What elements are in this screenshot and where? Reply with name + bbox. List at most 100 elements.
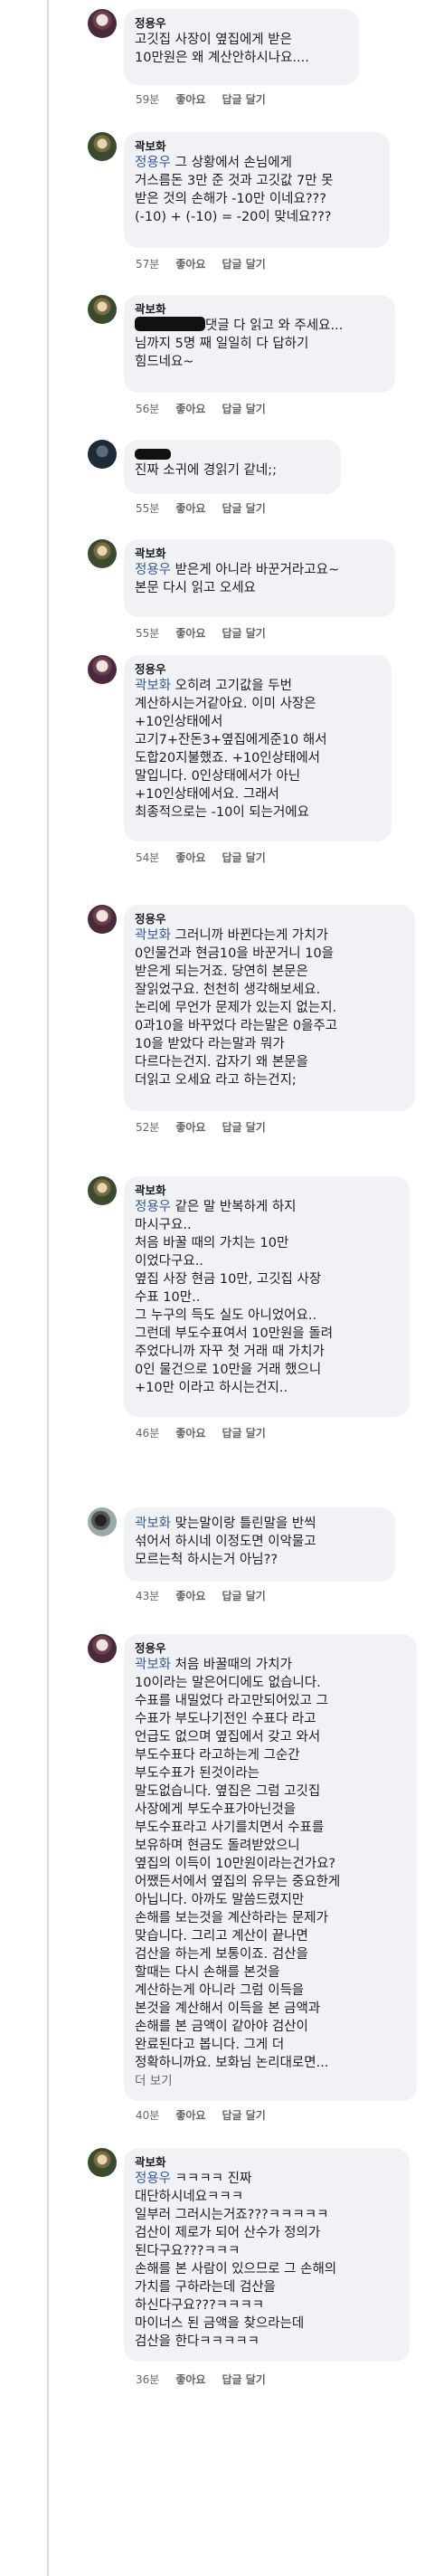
comment-bubble: 정용우 고깃집 사장이 옆집에게 받은 10만원은 왜 계산안하시나요.... — [124, 9, 359, 85]
comment-line: 사장에게 부도수표가아닌것을 — [135, 1802, 297, 1817]
comment-line: 거스름돈 3만 준 것과 고깃값 7만 못 — [135, 174, 334, 188]
avatar[interactable] — [88, 1507, 117, 1536]
comment-line: 10이라는 말은어디에도 없습니다. — [135, 1676, 321, 1690]
comment-author[interactable]: 곽보화 — [135, 302, 384, 317]
like-button[interactable]: 좋아요 — [175, 403, 205, 415]
comment-line: 처음 바꿀 때의 가치는 10만 — [135, 1236, 289, 1250]
comment-bubble: 곽보화 정용우 같은 말 반복하게 하지 마시구요.. 처음 바꿀 때의 가치는… — [124, 1176, 410, 1417]
mention-link[interactable]: 곽보화 — [135, 1516, 171, 1531]
reply-button[interactable]: 답글 달기 — [222, 258, 265, 271]
avatar[interactable] — [88, 655, 117, 684]
comment-line: 말입니다. 0인상태에서가 아닌 — [135, 769, 301, 784]
comment-line: 가치를 구하라는데 검산을 — [135, 2280, 276, 2295]
comment-line: 정확하니까요. 보화님 논리대로면... — [135, 2056, 329, 2070]
avatar[interactable] — [88, 2148, 117, 2177]
comment-time: 40분 — [136, 2109, 160, 2122]
avatar[interactable] — [88, 539, 117, 568]
comment-time: 36분 — [136, 2373, 160, 2386]
comment-line: 진짜 소귀에 경읽기 같네;; — [135, 463, 277, 478]
comment-line: 수표가 부도나기전인 수표다 라고 — [135, 1712, 316, 1726]
mention-link[interactable]: 정용우 — [135, 2172, 171, 2186]
reply-button[interactable]: 답글 달기 — [222, 403, 265, 415]
avatar[interactable] — [88, 295, 117, 324]
avatar[interactable] — [88, 905, 117, 934]
mention-link[interactable]: 곽보화 — [135, 1658, 171, 1672]
comment-line: 수표 10만.. — [135, 1290, 201, 1305]
thread-line — [47, 0, 49, 2576]
comment-line: 주었다니까 자꾸 첫 거래 때 가치가 — [135, 1345, 325, 1359]
comment-time: 43분 — [136, 1590, 160, 1602]
comment-author[interactable]: 곽보화 — [135, 2155, 399, 2170]
comment-line: +10만 이라고 하시는건지.. — [135, 1381, 288, 1395]
comment-line: 본것을 계산해서 이득을 본 금액과 — [135, 2001, 321, 2016]
mention-link[interactable]: 정용우 — [135, 156, 171, 170]
comment-line: 모르는척 하시는거 아님?? — [135, 1553, 278, 1567]
comment-line: 섞어서 하시네 이정도면 이악물고 — [135, 1535, 316, 1549]
comment-author[interactable] — [135, 447, 330, 461]
avatar[interactable] — [88, 440, 117, 469]
comment-line: +10인상태에서 — [135, 715, 223, 729]
reply-button[interactable]: 답글 달기 — [222, 1427, 265, 1440]
reply-button[interactable]: 답글 달기 — [222, 1121, 265, 1134]
like-button[interactable]: 좋아요 — [175, 2373, 205, 2386]
see-more-link[interactable]: 더 보기 — [135, 2072, 406, 2090]
comment-bubble: 진짜 소귀에 경읽기 같네;; — [124, 440, 341, 494]
mention-link[interactable]: 정용우 — [135, 1200, 171, 1214]
mention-link[interactable]: 곽보화 — [135, 928, 171, 943]
reply-button[interactable]: 답글 달기 — [222, 851, 265, 864]
avatar[interactable] — [88, 1634, 117, 1663]
reply-button[interactable]: 답글 달기 — [222, 2373, 265, 2386]
comment-author[interactable]: 곽보화 — [135, 139, 379, 154]
comment-line: 어쨌든서에서 옆집의 유무는 중요한게 — [135, 1875, 341, 1889]
comment-bubble: 정용우 곽보화 처음 바꿀때의 가치가 10이라는 말은어디에도 없습니다. 수… — [124, 1634, 417, 2101]
comment-author[interactable]: 정용우 — [135, 912, 404, 927]
comment-line: 말도없습니다. 옆집은 그럼 고깃집 — [135, 1784, 321, 1799]
like-button[interactable]: 좋아요 — [175, 1590, 205, 1602]
like-button[interactable]: 좋아요 — [175, 1427, 205, 1440]
comment-line: 곽보화 그러니까 바뀐다는게 가치가 — [135, 928, 328, 943]
comment-author[interactable]: 곽보화 — [135, 1183, 399, 1198]
like-button[interactable]: 좋아요 — [175, 1121, 205, 1134]
comment-author[interactable]: 정용우 — [135, 16, 348, 31]
comment-line: 손해를 본 사람이 있으므로 그 손해의 — [135, 2262, 337, 2277]
comment-actions: 54분 좋아요 답글 달기 — [136, 851, 282, 865]
comment-actions: 36분 좋아요 답글 달기 — [136, 2372, 282, 2387]
comment-line: 보유하며 현금도 돌려받았으니 — [135, 1839, 300, 1853]
avatar[interactable] — [88, 1176, 117, 1205]
comment-line: 0과10을 바꾸었다 라는말은 0을주고 — [135, 1019, 338, 1033]
reply-button[interactable]: 답글 달기 — [222, 627, 265, 640]
comment-author[interactable]: 정용우 — [135, 662, 381, 677]
comment-line: 0인 물건으로 10만을 거래 했으니 — [135, 1363, 322, 1377]
mention-link[interactable]: 곽보화 — [135, 679, 171, 693]
reply-button[interactable]: 답글 달기 — [222, 1590, 265, 1602]
comment-line: 댓글 다 읽고 와 주세요... — [135, 317, 384, 335]
comment-line: 된다구요???ㅋㅋㅋ — [135, 2244, 241, 2258]
comment-actions: 43분 좋아요 답글 달기 — [136, 1589, 282, 1603]
comment-line: 고기7+잔돈3+옆집에게준10 해서 — [135, 733, 327, 747]
reply-button[interactable]: 답글 달기 — [222, 93, 265, 106]
like-button[interactable]: 좋아요 — [175, 258, 205, 271]
comment-line: (-10) + (-10) = -20이 맞네요??? — [135, 210, 332, 224]
comment-author[interactable]: 곽보화 — [135, 547, 384, 561]
like-button[interactable]: 좋아요 — [175, 93, 205, 106]
like-button[interactable]: 좋아요 — [175, 2109, 205, 2122]
comment-bubble: 곽보화 댓글 다 읽고 와 주세요... 님까지 5명 째 일일히 다 답하기 … — [124, 295, 395, 393]
reply-button[interactable]: 답글 달기 — [222, 502, 265, 515]
comment-author[interactable]: 정용우 — [135, 1641, 406, 1656]
comment-time: 52분 — [136, 1121, 160, 1134]
like-button[interactable]: 좋아요 — [175, 627, 205, 640]
like-button[interactable]: 좋아요 — [175, 502, 205, 515]
comment-line: 손해를 보는것을 계산하라는 문제가 — [135, 1911, 328, 1925]
comment-line: 0인물건과 현금10을 바꾼거니 10을 — [135, 946, 335, 961]
avatar[interactable] — [88, 9, 117, 38]
reply-button[interactable]: 답글 달기 — [222, 2109, 265, 2122]
comment-line: 정용우 받은게 아니라 바꾼거라고요~ — [135, 563, 340, 577]
mention-link[interactable]: 정용우 — [135, 563, 171, 577]
comment-line: 10만원은 왜 계산안하시나요.... — [135, 51, 309, 65]
like-button[interactable]: 좋아요 — [175, 851, 205, 864]
comment-line: 하신다구요???ㅋㅋㅋㅋ — [135, 2298, 265, 2313]
comment-time: 54분 — [136, 851, 160, 864]
avatar[interactable] — [88, 132, 117, 161]
comment-line: 대단하시네요ㅋㅋㅋ — [135, 2190, 244, 2204]
comment-line: 도합20지불했죠. +10인상태에서 — [135, 751, 321, 765]
